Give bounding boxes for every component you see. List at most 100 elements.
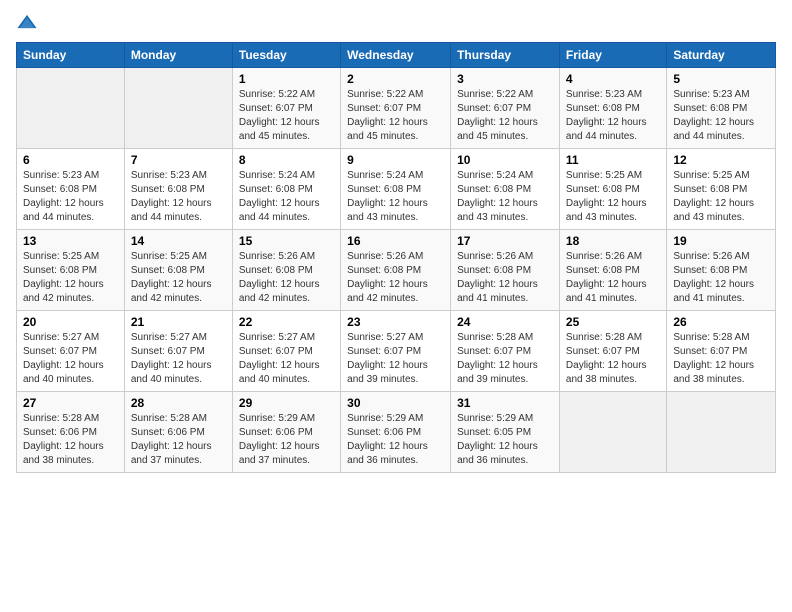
day-info: Sunrise: 5:22 AM Sunset: 6:07 PM Dayligh…	[347, 88, 444, 144]
day-cell: 18 Sunrise: 5:26 AM Sunset: 6:08 PM Dayli…	[559, 230, 666, 311]
day-number: 3	[457, 72, 553, 86]
day-number: 26	[673, 315, 769, 329]
day-cell: 26 Sunrise: 5:28 AM Sunset: 6:07 PM Dayli…	[667, 311, 776, 392]
day-cell: 7 Sunrise: 5:23 AM Sunset: 6:08 PM Daylig…	[124, 149, 232, 230]
day-cell: 15 Sunrise: 5:26 AM Sunset: 6:08 PM Dayli…	[232, 230, 340, 311]
day-number: 28	[131, 396, 226, 410]
day-cell: 3 Sunrise: 5:22 AM Sunset: 6:07 PM Daylig…	[451, 68, 560, 149]
day-cell: 29Sunrise: 5:29 AM Sunset: 6:06 PM Dayli…	[232, 392, 340, 473]
day-info: Sunrise: 5:28 AM Sunset: 6:06 PM Dayligh…	[131, 412, 226, 468]
day-number: 7	[131, 153, 226, 167]
header-monday: Monday	[124, 43, 232, 68]
day-number: 19	[673, 234, 769, 248]
week-row-3: 13Sunrise: 5:25 AM Sunset: 6:08 PM Dayli…	[17, 230, 776, 311]
day-cell: 20 Sunrise: 5:27 AM Sunset: 6:07 PM Dayli…	[17, 311, 125, 392]
day-number: 20	[23, 315, 118, 329]
day-info: Sunrise: 5:22 AM Sunset: 6:07 PM Dayligh…	[457, 88, 553, 144]
day-number: 6	[23, 153, 118, 167]
day-number: 5	[673, 72, 769, 86]
day-cell: 22 Sunrise: 5:27 AM Sunset: 6:07 PM Dayli…	[232, 311, 340, 392]
day-cell: 17 Sunrise: 5:26 AM Sunset: 6:08 PM Dayli…	[451, 230, 560, 311]
day-number: 25	[566, 315, 660, 329]
day-number: 18	[566, 234, 660, 248]
day-info: Sunrise: 5:25 AM Sunset: 6:08 PM Dayligh…	[566, 169, 660, 225]
header-tuesday: Tuesday	[232, 43, 340, 68]
day-cell: 2 Sunrise: 5:22 AM Sunset: 6:07 PM Daylig…	[341, 68, 451, 149]
header-sunday: Sunday	[17, 43, 125, 68]
day-cell: 30 Sunrise: 5:29 AM Sunset: 6:06 PM Dayli…	[341, 392, 451, 473]
logo-icon	[16, 12, 38, 34]
day-info: Sunrise: 5:24 AM Sunset: 6:08 PM Dayligh…	[347, 169, 444, 225]
day-info: Sunrise: 5:24 AM Sunset: 6:08 PM Dayligh…	[457, 169, 553, 225]
day-number: 29	[239, 396, 334, 410]
day-info: Sunrise: 5:26 AM Sunset: 6:08 PM Dayligh…	[347, 250, 444, 306]
day-cell: 14 Sunrise: 5:25 AM Sunset: 6:08 PM Dayli…	[124, 230, 232, 311]
day-number: 22	[239, 315, 334, 329]
day-info: Sunrise: 5:29 AM Sunset: 6:05 PM Dayligh…	[457, 412, 553, 468]
day-number: 30	[347, 396, 444, 410]
day-info: Sunrise: 5:26 AM Sunset: 6:08 PM Dayligh…	[566, 250, 660, 306]
day-cell	[17, 68, 125, 149]
day-cell: 24 Sunrise: 5:28 AM Sunset: 6:07 PM Dayli…	[451, 311, 560, 392]
day-info: Sunrise: 5:26 AM Sunset: 6:08 PM Dayligh…	[457, 250, 553, 306]
day-info: Sunrise: 5:23 AM Sunset: 6:08 PM Dayligh…	[23, 169, 118, 225]
logo	[16, 12, 42, 34]
day-info: Sunrise: 5:26 AM Sunset: 6:08 PM Dayligh…	[673, 250, 769, 306]
day-info: Sunrise: 5:23 AM Sunset: 6:08 PM Dayligh…	[673, 88, 769, 144]
week-row-4: 20 Sunrise: 5:27 AM Sunset: 6:07 PM Dayli…	[17, 311, 776, 392]
day-number: 2	[347, 72, 444, 86]
day-cell: 6 Sunrise: 5:23 AM Sunset: 6:08 PM Daylig…	[17, 149, 125, 230]
day-number: 10	[457, 153, 553, 167]
day-info: Sunrise: 5:27 AM Sunset: 6:07 PM Dayligh…	[131, 331, 226, 387]
day-info: Sunrise: 5:23 AM Sunset: 6:08 PM Dayligh…	[566, 88, 660, 144]
day-cell	[667, 392, 776, 473]
day-cell: 4Sunrise: 5:23 AM Sunset: 6:08 PM Daylig…	[559, 68, 666, 149]
day-info: Sunrise: 5:26 AM Sunset: 6:08 PM Dayligh…	[239, 250, 334, 306]
day-number: 24	[457, 315, 553, 329]
day-info: Sunrise: 5:27 AM Sunset: 6:07 PM Dayligh…	[23, 331, 118, 387]
day-cell: 16Sunrise: 5:26 AM Sunset: 6:08 PM Dayli…	[341, 230, 451, 311]
day-info: Sunrise: 5:28 AM Sunset: 6:07 PM Dayligh…	[566, 331, 660, 387]
day-info: Sunrise: 5:24 AM Sunset: 6:08 PM Dayligh…	[239, 169, 334, 225]
day-info: Sunrise: 5:28 AM Sunset: 6:07 PM Dayligh…	[457, 331, 553, 387]
week-row-2: 6 Sunrise: 5:23 AM Sunset: 6:08 PM Daylig…	[17, 149, 776, 230]
day-info: Sunrise: 5:25 AM Sunset: 6:08 PM Dayligh…	[23, 250, 118, 306]
day-number: 1	[239, 72, 334, 86]
day-info: Sunrise: 5:29 AM Sunset: 6:06 PM Dayligh…	[347, 412, 444, 468]
header-friday: Friday	[559, 43, 666, 68]
day-number: 11	[566, 153, 660, 167]
day-cell	[559, 392, 666, 473]
day-info: Sunrise: 5:23 AM Sunset: 6:08 PM Dayligh…	[131, 169, 226, 225]
calendar-table: SundayMondayTuesdayWednesdayThursdayFrid…	[16, 42, 776, 473]
day-number: 8	[239, 153, 334, 167]
day-number: 12	[673, 153, 769, 167]
day-number: 23	[347, 315, 444, 329]
day-cell: 28 Sunrise: 5:28 AM Sunset: 6:06 PM Dayli…	[124, 392, 232, 473]
header-row: SundayMondayTuesdayWednesdayThursdayFrid…	[17, 43, 776, 68]
header-thursday: Thursday	[451, 43, 560, 68]
day-number: 15	[239, 234, 334, 248]
day-cell: 27Sunrise: 5:28 AM Sunset: 6:06 PM Dayli…	[17, 392, 125, 473]
day-cell: 19 Sunrise: 5:26 AM Sunset: 6:08 PM Dayli…	[667, 230, 776, 311]
day-number: 21	[131, 315, 226, 329]
day-number: 17	[457, 234, 553, 248]
day-info: Sunrise: 5:27 AM Sunset: 6:07 PM Dayligh…	[239, 331, 334, 387]
day-cell: 31Sunrise: 5:29 AM Sunset: 6:05 PM Dayli…	[451, 392, 560, 473]
day-number: 9	[347, 153, 444, 167]
day-cell: 13Sunrise: 5:25 AM Sunset: 6:08 PM Dayli…	[17, 230, 125, 311]
header-saturday: Saturday	[667, 43, 776, 68]
day-cell: 23Sunrise: 5:27 AM Sunset: 6:07 PM Dayli…	[341, 311, 451, 392]
day-cell: 5 Sunrise: 5:23 AM Sunset: 6:08 PM Daylig…	[667, 68, 776, 149]
day-cell: 21 Sunrise: 5:27 AM Sunset: 6:07 PM Dayli…	[124, 311, 232, 392]
day-info: Sunrise: 5:28 AM Sunset: 6:07 PM Dayligh…	[673, 331, 769, 387]
week-row-5: 27Sunrise: 5:28 AM Sunset: 6:06 PM Dayli…	[17, 392, 776, 473]
day-info: Sunrise: 5:25 AM Sunset: 6:08 PM Dayligh…	[131, 250, 226, 306]
day-cell: 11 Sunrise: 5:25 AM Sunset: 6:08 PM Dayli…	[559, 149, 666, 230]
day-cell: 1 Sunrise: 5:22 AM Sunset: 6:07 PM Daylig…	[232, 68, 340, 149]
day-cell: 8 Sunrise: 5:24 AM Sunset: 6:08 PM Daylig…	[232, 149, 340, 230]
day-cell: 25 Sunrise: 5:28 AM Sunset: 6:07 PM Dayli…	[559, 311, 666, 392]
day-number: 14	[131, 234, 226, 248]
day-cell: 12Sunrise: 5:25 AM Sunset: 6:08 PM Dayli…	[667, 149, 776, 230]
page-header	[16, 12, 776, 34]
day-info: Sunrise: 5:22 AM Sunset: 6:07 PM Dayligh…	[239, 88, 334, 144]
